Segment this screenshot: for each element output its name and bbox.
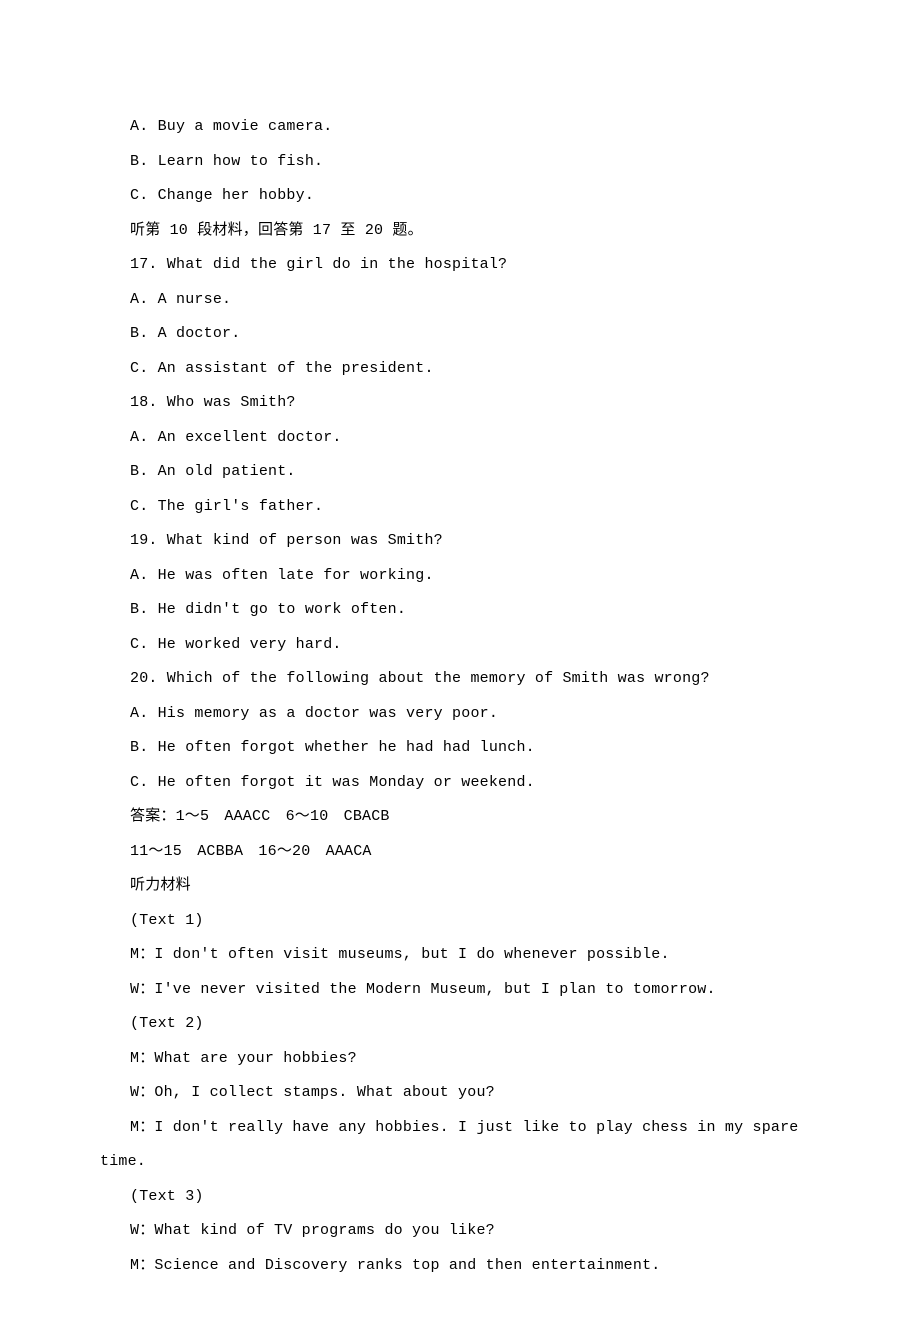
text-line: C. An assistant of the president. xyxy=(100,352,820,387)
text-line: B. He often forgot whether he had had lu… xyxy=(100,731,820,766)
text-line: (Text 1) xyxy=(100,904,820,939)
text-line: 11～15 ACBBA 16～20 AAACA xyxy=(100,835,820,870)
text-line: C. The girl's father. xyxy=(100,490,820,525)
text-line: A. A nurse. xyxy=(100,283,820,318)
text-line: 19. What kind of person was Smith? xyxy=(100,524,820,559)
document-page: A. Buy a movie camera.B. Learn how to fi… xyxy=(0,0,920,1343)
text-line: 答案：1～5 AAACC 6～10 CBACB xyxy=(100,800,820,835)
text-line: M：Science and Discovery ranks top and th… xyxy=(100,1249,820,1284)
text-line: 20. Which of the following about the mem… xyxy=(100,662,820,697)
text-line: A. Buy a movie camera. xyxy=(100,110,820,145)
text-line: M：What are your hobbies? xyxy=(100,1042,820,1077)
text-line: B. An old patient. xyxy=(100,455,820,490)
text-line: W：I've never visited the Modern Museum, … xyxy=(100,973,820,1008)
text-line: C. He worked very hard. xyxy=(100,628,820,663)
text-line: (Text 3) xyxy=(100,1180,820,1215)
text-line: A. He was often late for working. xyxy=(100,559,820,594)
text-line: M：I don't often visit museums, but I do … xyxy=(100,938,820,973)
text-line: A. His memory as a doctor was very poor. xyxy=(100,697,820,732)
text-line: B. Learn how to fish. xyxy=(100,145,820,180)
text-line: B. A doctor. xyxy=(100,317,820,352)
text-line: 听力材料 xyxy=(100,869,820,904)
document-content: A. Buy a movie camera.B. Learn how to fi… xyxy=(100,110,820,1283)
text-line: W：Oh, I collect stamps. What about you? xyxy=(100,1076,820,1111)
text-line: 18. Who was Smith? xyxy=(100,386,820,421)
text-line: (Text 2) xyxy=(100,1007,820,1042)
text-line: C. He often forgot it was Monday or week… xyxy=(100,766,820,801)
text-line: W：What kind of TV programs do you like? xyxy=(100,1214,820,1249)
text-line: 听第 10 段材料，回答第 17 至 20 题。 xyxy=(100,214,820,249)
text-line: B. He didn't go to work often. xyxy=(100,593,820,628)
text-line: M：I don't really have any hobbies. I jus… xyxy=(100,1111,820,1180)
text-line: A. An excellent doctor. xyxy=(100,421,820,456)
text-line: C. Change her hobby. xyxy=(100,179,820,214)
text-line: 17. What did the girl do in the hospital… xyxy=(100,248,820,283)
